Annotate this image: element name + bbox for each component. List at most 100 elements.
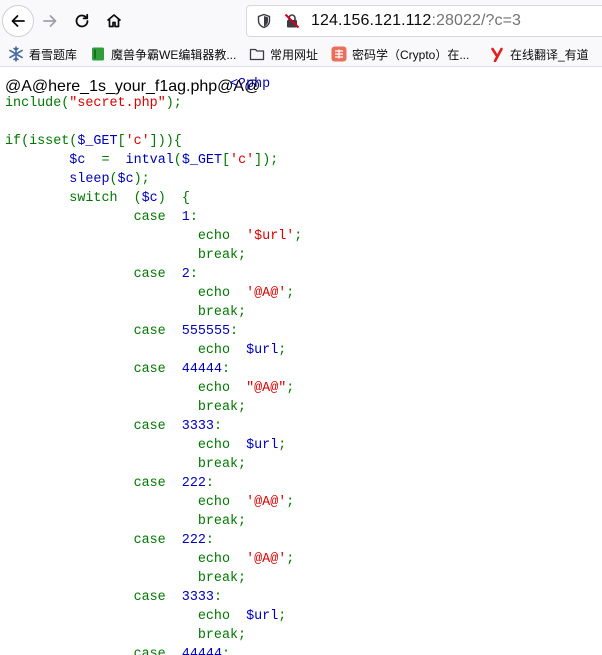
url-text[interactable]: 124.156.121.112:28022/?c=3 [311,12,521,30]
home-button[interactable] [98,5,130,37]
code-token: 3333 [173,419,214,434]
code-token: if(isset( [5,134,78,149]
code-line: break; [5,457,246,472]
bookmark-label: 在线翻译_有道 [510,47,589,62]
code-token: 44444 [173,362,222,377]
bookmark-folder-common[interactable]: 常用网址 [249,45,318,63]
code-token: ; [286,381,295,396]
code-token: 'c' [125,134,150,149]
code-token: = [93,153,118,168]
code-line: echo '@A@'; [5,552,294,567]
jian-shu-icon [331,46,347,62]
bookmark-we-editor[interactable]: 魔兽争霸WE编辑器教... [90,45,236,63]
code-token: case [133,419,174,434]
code-token: case [133,362,174,377]
address-bar[interactable]: 124.156.121.112:28022/?c=3 [246,5,602,37]
code-token: $url [238,438,279,453]
code-token: ); [165,96,182,111]
code-token: include( [5,96,70,111]
code-token: 2 [173,267,190,282]
code-token: ; [286,495,295,510]
code-line: case 555555: [5,324,238,339]
code-token: ; [278,438,287,453]
code-token: break; [197,248,247,263]
green-book-icon [90,46,106,62]
code-token: $c [69,153,94,168]
reload-icon [75,13,89,28]
url-path: :28022/?c=3 [431,12,522,29]
code-token: : [205,533,214,548]
code-line: echo '@A@'; [5,286,294,301]
url-host: 124.156.121.112 [311,12,432,29]
code-token: echo [197,381,239,396]
bookmarks-bar: 看雪题库 魔兽争霸WE编辑器教... 常用网址 密码学（Crypto）在... [0,42,602,67]
bookmark-label: 密码学（Crypto）在... [352,47,470,62]
code-token: break; [197,514,247,529]
shield-icon[interactable] [256,13,272,33]
code-token: $_GET [77,134,118,149]
bookmark-youdao[interactable]: 在线翻译_有道 [489,45,589,63]
code-token: break; [197,457,247,472]
insecure-lock-icon[interactable] [284,13,300,33]
code-token: echo [197,343,239,358]
page-content: @A@here_1s_your_f1ag.php@A@ <?php includ… [0,66,602,655]
code-token: 222 [173,476,206,491]
code-token: ]); [254,153,279,168]
code-token: $c [117,172,134,187]
code-token: echo [197,229,239,244]
code-token: case [133,533,174,548]
code-token: $url [238,609,279,624]
reload-button[interactable] [66,5,98,37]
code-line: break; [5,628,246,643]
code-token: case [133,590,174,605]
code-token: : [189,210,198,225]
bookmark-label: 看雪题库 [29,47,78,62]
code-token: [ [222,153,231,168]
code-token: break; [197,571,247,586]
code-token: 3333 [173,590,214,605]
code-token: : [205,476,214,491]
code-token: break; [197,400,247,415]
code-line: sleep($c); [5,172,149,187]
code-token: 222 [173,533,206,548]
code-token: sleep [69,172,110,187]
code-token: echo [197,552,239,567]
code-line: case 3333: [5,419,222,434]
code-token: ( [125,191,142,206]
code-line: case 44444: [5,362,230,377]
code-token: : [213,419,222,434]
forward-button[interactable] [34,5,66,37]
folder-icon [249,46,265,62]
code-token: case [133,324,174,339]
code-line: case 222: [5,533,214,548]
code-token: case [133,476,174,491]
code-token: 1 [173,210,190,225]
code-token: $c [141,191,158,206]
bookmark-label: 常用网址 [270,47,319,62]
code-line: case 1: [5,210,198,225]
code-token: 'c' [230,153,255,168]
code-line: break; [5,571,246,586]
bookmark-crypto[interactable]: 密码学（Crypto）在... [331,45,469,63]
code-line: <?php [5,77,270,92]
code-token: '@A@' [238,552,287,567]
bookmark-kanxue[interactable]: 看雪题库 [8,45,77,63]
back-button[interactable] [2,5,34,37]
